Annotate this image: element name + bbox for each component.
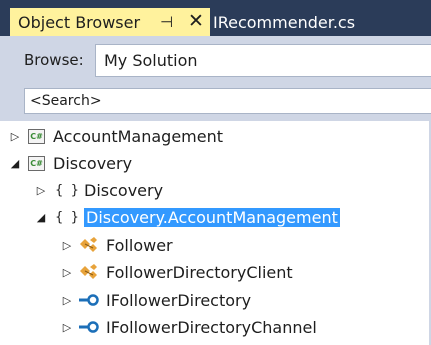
tree-row-discovery-project[interactable]: ◢ C# Discovery — [8, 150, 132, 176]
expand-icon[interactable]: ▷ — [34, 184, 48, 197]
class-icon — [80, 237, 97, 252]
browse-scope-value: My Solution — [104, 51, 198, 70]
tree-row-discovery-namespace[interactable]: ▷ { } Discovery — [34, 177, 163, 203]
expand-icon[interactable]: ▷ — [60, 321, 74, 334]
namespace-icon: { } — [55, 209, 79, 225]
namespace-icon: { } — [55, 182, 79, 198]
tab-object-browser[interactable]: Object Browser ⊣ ✕ — [10, 8, 210, 36]
tree-row-ifollowerdirectorychannel-interface[interactable]: ▷ IFollowerDirectoryChannel — [60, 314, 317, 340]
browse-scope-dropdown[interactable]: My Solution — [95, 44, 431, 77]
tree-row-label: AccountManagement — [53, 126, 223, 146]
browse-label: Browse: — [24, 51, 84, 69]
expand-icon[interactable]: ▷ — [60, 266, 74, 279]
tree-row-follower-class[interactable]: ▷ Follower — [60, 232, 173, 258]
document-tab-strip: Object Browser ⊣ ✕ IRecommender.cs — [0, 0, 431, 36]
csharp-project-icon: C# — [28, 155, 45, 171]
tree-row-discovery-accountmanagement-namespace[interactable]: ◢ { } Discovery.AccountManagement — [34, 204, 340, 230]
expand-icon[interactable]: ▷ — [60, 239, 74, 252]
interface-icon — [79, 321, 99, 333]
tree-row-label: FollowerDirectoryClient — [106, 262, 293, 282]
tree-row-label: IFollowerDirectoryChannel — [106, 317, 317, 337]
object-browser-window: Object Browser ⊣ ✕ IRecommender.cs Brows… — [0, 0, 431, 345]
close-icon[interactable]: ✕ — [188, 10, 204, 32]
search-input[interactable] — [30, 93, 410, 109]
search-box[interactable] — [24, 88, 431, 114]
tree-row-followerdirectoryclient-class[interactable]: ▷ FollowerDirectoryClient — [60, 259, 293, 285]
tree-row-label: Discovery — [53, 153, 133, 173]
expand-icon[interactable]: ▷ — [60, 294, 74, 307]
tab-irecommender[interactable]: IRecommender.cs — [213, 8, 355, 36]
interface-icon — [79, 294, 99, 306]
object-tree: ▷ C# AccountManagement ◢ C# Discovery ▷ … — [0, 121, 431, 345]
tab-irecommender-label: IRecommender.cs — [213, 12, 356, 32]
class-icon — [80, 264, 97, 279]
tab-object-browser-label: Object Browser — [18, 12, 141, 32]
tree-row-label-selected: Discovery.AccountManagement — [84, 207, 340, 227]
collapse-icon[interactable]: ◢ — [34, 211, 48, 224]
collapse-icon[interactable]: ◢ — [8, 157, 22, 170]
expand-icon[interactable]: ▷ — [8, 130, 22, 143]
tree-row-label: Discovery — [84, 180, 164, 200]
pin-icon[interactable]: ⊣ — [160, 13, 173, 31]
csharp-project-icon: C# — [28, 128, 45, 144]
tree-row-accountmanagement-project[interactable]: ▷ C# AccountManagement — [8, 123, 223, 149]
tree-row-label: IFollowerDirectory — [106, 290, 252, 310]
tree-row-ifollowerdirectory-interface[interactable]: ▷ IFollowerDirectory — [60, 287, 251, 313]
tree-row-label: Follower — [106, 235, 173, 255]
